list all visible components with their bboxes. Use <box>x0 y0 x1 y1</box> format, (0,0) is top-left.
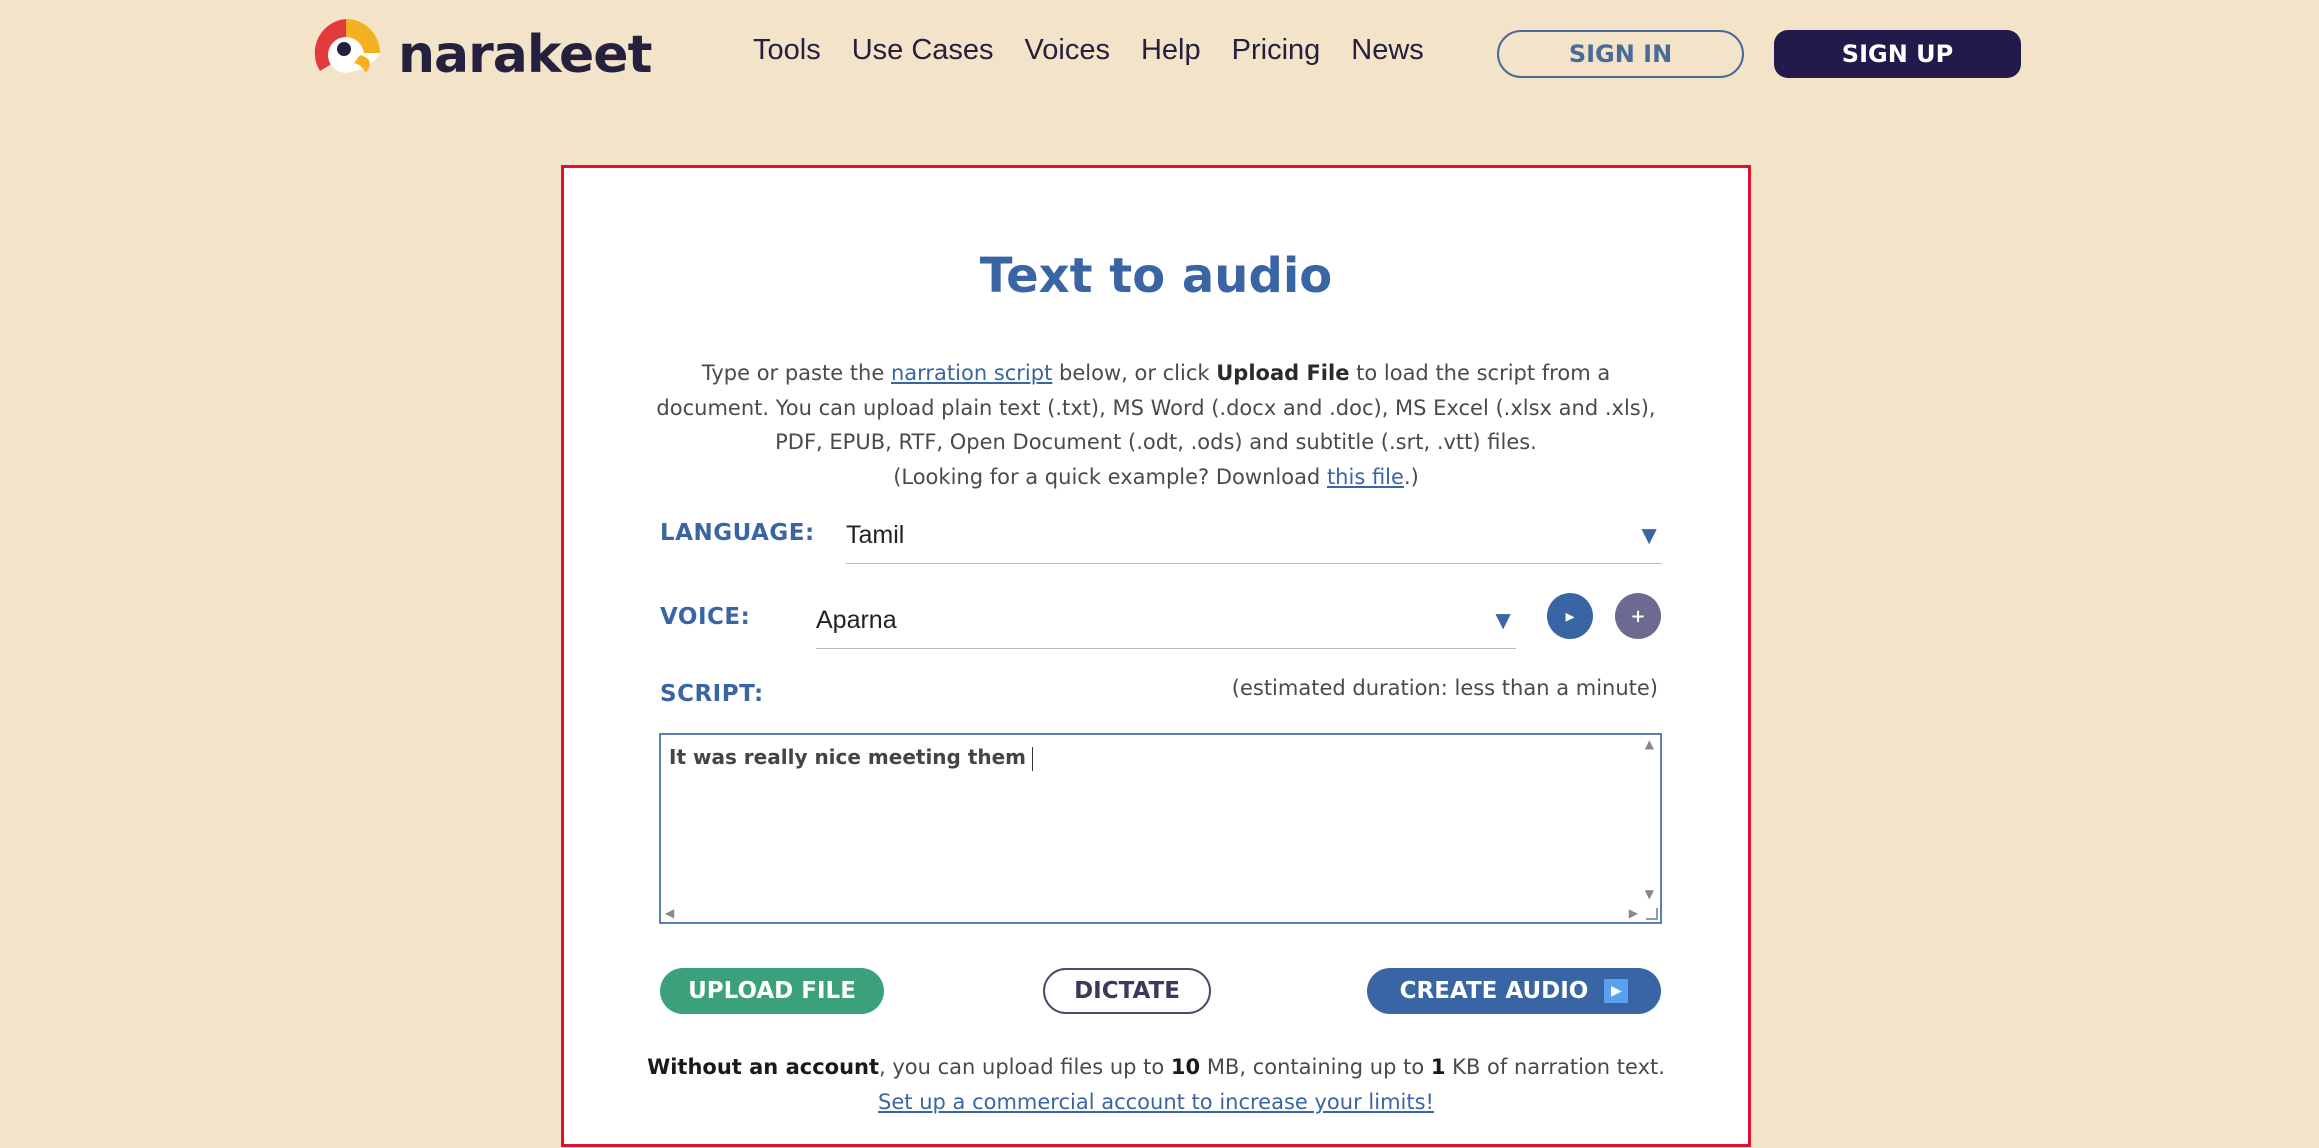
intro-part: below, or click <box>1052 361 1217 385</box>
script-text: It was really nice meeting them <box>669 745 1034 771</box>
account-limits-text: Without an account, you can upload files… <box>564 1050 1748 1119</box>
play-voice-button[interactable]: ▸ <box>1547 593 1593 639</box>
main-nav: Tools Use Cases Voices Help Pricing News <box>753 34 1455 67</box>
nav-voices[interactable]: Voices <box>1025 34 1110 67</box>
scroll-down-icon[interactable]: ▼ <box>1645 887 1654 901</box>
intro-part: Type or paste the <box>701 361 891 385</box>
script-textarea[interactable]: It was really nice meeting them ▲ ▼ ◀ ▶ <box>659 733 1662 924</box>
create-audio-button[interactable]: CREATE AUDIO ▶ <box>1367 968 1661 1014</box>
script-label: SCRIPT: <box>660 681 764 707</box>
brand-name: narakeet <box>398 25 652 85</box>
plus-icon: + <box>1630 605 1646 627</box>
language-select[interactable]: Tamil ▼ <box>846 508 1662 564</box>
nav-pricing[interactable]: Pricing <box>1232 34 1321 67</box>
limits-bold: 1 <box>1430 1055 1446 1079</box>
narakeet-logo[interactable]: narakeet <box>308 14 668 96</box>
nav-tools[interactable]: Tools <box>753 34 821 67</box>
limits-part: MB, containing up to <box>1200 1055 1431 1079</box>
intro-bold: Upload File <box>1216 361 1350 385</box>
text-to-audio-card: Text to audio Type or paste the narratio… <box>561 165 1751 1147</box>
intro-text: Type or paste the narration script below… <box>654 356 1658 494</box>
intro-part: .) <box>1403 464 1419 489</box>
nav-use-cases[interactable]: Use Cases <box>852 34 994 67</box>
scroll-up-icon[interactable]: ▲ <box>1645 737 1654 751</box>
sign-up-button[interactable]: SIGN UP <box>1774 30 2021 78</box>
voice-label: VOICE: <box>660 604 751 630</box>
triangle-down-icon: ▼ <box>1636 520 1662 550</box>
play-icon: ▶ <box>1604 979 1629 1003</box>
voice-select[interactable]: Aparna ▼ <box>816 593 1516 649</box>
estimated-duration: (estimated duration: less than a minute) <box>1231 676 1658 700</box>
script-text-content: It was really nice meeting them <box>669 745 1027 769</box>
triangle-down-icon: ▼ <box>1490 605 1516 635</box>
resize-grip-icon[interactable] <box>1646 908 1658 920</box>
page-title: Text to audio <box>979 248 1333 304</box>
limits-bold: 10 <box>1170 1055 1201 1079</box>
dictate-button[interactable]: DICTATE <box>1043 968 1211 1014</box>
add-voice-button[interactable]: + <box>1615 593 1661 639</box>
create-audio-label: CREATE AUDIO <box>1399 978 1589 1004</box>
limits-part: , you can upload files up to <box>879 1055 1171 1079</box>
scroll-right-icon[interactable]: ▶ <box>1629 906 1638 920</box>
narration-script-link[interactable]: narration script <box>891 361 1052 385</box>
sign-in-button[interactable]: SIGN IN <box>1497 30 1744 78</box>
parrot-logo-icon <box>310 19 380 91</box>
upload-file-button[interactable]: UPLOAD FILE <box>660 968 884 1014</box>
play-icon: ▸ <box>1565 605 1575 627</box>
nav-news[interactable]: News <box>1351 34 1424 67</box>
nav-help[interactable]: Help <box>1141 34 1201 67</box>
example-file-link[interactable]: this file <box>1327 465 1404 489</box>
scroll-left-icon[interactable]: ◀ <box>665 906 674 920</box>
voice-value: Aparna <box>816 606 897 634</box>
text-caret <box>1032 746 1034 771</box>
language-label: LANGUAGE: <box>660 520 815 546</box>
intro-part: (Looking for a quick example? Download <box>893 464 1327 489</box>
commercial-account-link[interactable]: Set up a commercial account to increase … <box>878 1090 1434 1114</box>
limits-bold: Without an account <box>647 1055 880 1079</box>
limits-part: KB of narration text. <box>1445 1055 1665 1079</box>
language-value: Tamil <box>846 521 905 549</box>
